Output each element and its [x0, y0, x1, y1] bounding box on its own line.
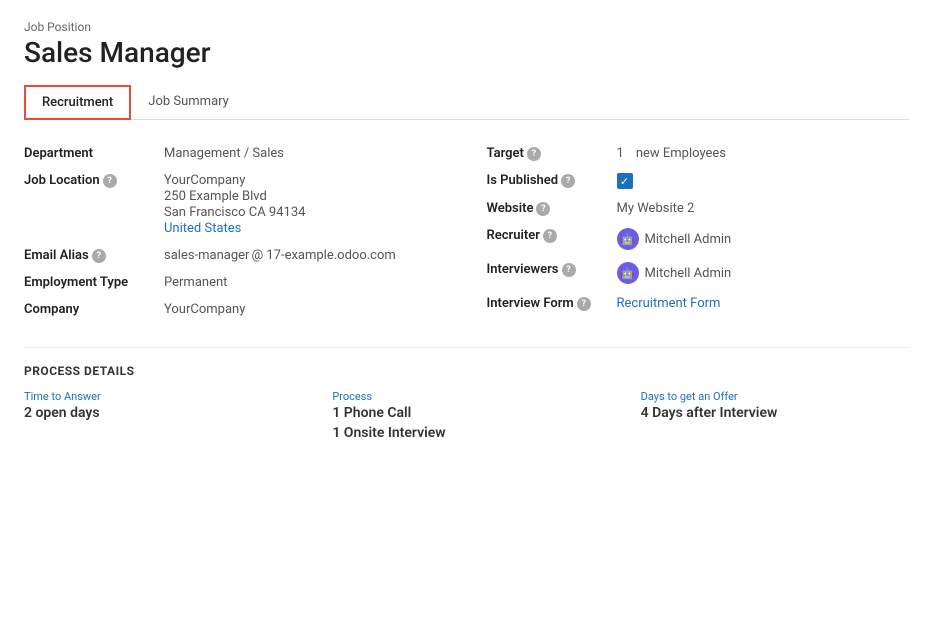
target-value-row: 1 new Employees [617, 146, 727, 161]
recruiter-label: Recruiter ? [487, 228, 617, 243]
days-offer-label: Days to get an Offer [641, 390, 909, 403]
website-label: Website ? [487, 201, 617, 216]
left-section: Department Management / Sales Job Locati… [24, 140, 447, 323]
employment-type-row: Employment Type Permanent [24, 269, 447, 296]
process-details-header: PROCESS DETAILS [24, 364, 909, 378]
days-offer-value: 4 Days after Interview [641, 405, 909, 421]
time-to-answer-item: Time to Answer 2 open days [24, 390, 292, 441]
recruiter-name: Mitchell Admin [645, 232, 732, 247]
section-divider [24, 347, 909, 348]
target-label: Target ? [487, 146, 617, 161]
process-grid: Time to Answer 2 open days Process 1 Pho… [24, 390, 909, 441]
interviewers-avatar: 🤖 [617, 262, 639, 284]
is-published-label: Is Published ? [487, 173, 617, 188]
interviewers-row: Interviewers ? 🤖 Mitchell Admin [487, 256, 910, 290]
recruiter-help-icon[interactable]: ? [543, 229, 557, 243]
website-row: Website ? My Website 2 [487, 195, 910, 222]
interviewers-help-icon[interactable]: ? [562, 263, 576, 277]
target-row: Target ? 1 new Employees [487, 140, 910, 167]
job-location-label: Job Location ? [24, 173, 164, 188]
tab-job-summary[interactable]: Job Summary [131, 85, 246, 120]
interviewers-name: Mitchell Admin [645, 266, 732, 281]
main-content: Department Management / Sales Job Locati… [24, 140, 909, 323]
department-label: Department [24, 146, 164, 161]
company-label: Company [24, 302, 164, 317]
time-to-answer-value: 2 open days [24, 405, 292, 421]
right-section: Target ? 1 new Employees Is Published ? … [487, 140, 910, 323]
address-street: 250 Example Blvd [164, 189, 305, 204]
is-published-row: Is Published ? ✓ [487, 167, 910, 195]
target-suffix: new Employees [636, 146, 726, 161]
employment-type-label: Employment Type [24, 275, 164, 290]
company-value: YourCompany [164, 302, 245, 317]
interview-form-label: Interview Form ? [487, 296, 617, 311]
email-domain: @ 17-example.odoo.com [251, 248, 395, 263]
company-row: Company YourCompany [24, 296, 447, 323]
is-published-checkbox[interactable]: ✓ [617, 173, 633, 189]
email-alias-value: sales-manager @ 17-example.odoo.com [164, 248, 396, 263]
recruiter-avatar: 🤖 [617, 228, 639, 250]
email-user: sales-manager [164, 248, 249, 263]
job-location-value: YourCompany 250 Example Blvd San Francis… [164, 173, 305, 236]
department-value: Management / Sales [164, 146, 284, 161]
checkbox-check-icon: ✓ [617, 173, 633, 189]
interviewers-person: 🤖 Mitchell Admin [617, 262, 732, 284]
address-company: YourCompany [164, 173, 305, 188]
process-section: PROCESS DETAILS Time to Answer 2 open da… [24, 364, 909, 441]
interviewers-label: Interviewers ? [487, 262, 617, 277]
website-value: My Website 2 [617, 201, 695, 216]
email-alias-help-icon[interactable]: ? [92, 249, 106, 263]
employment-type-value: Permanent [164, 275, 227, 290]
is-published-help-icon[interactable]: ? [561, 174, 575, 188]
page-subtitle: Job Position [24, 20, 909, 34]
address-country[interactable]: United States [164, 221, 305, 236]
interview-form-help-icon[interactable]: ? [577, 297, 591, 311]
job-location-help-icon[interactable]: ? [103, 174, 117, 188]
tab-bar: Recruitment Job Summary [24, 85, 909, 120]
department-row: Department Management / Sales [24, 140, 447, 167]
email-alias-label: Email Alias ? [24, 248, 164, 263]
tab-recruitment[interactable]: Recruitment [24, 85, 131, 120]
process-value1: 1 Phone Call [332, 405, 600, 421]
target-help-icon[interactable]: ? [527, 147, 541, 161]
process-label: Process [332, 390, 600, 403]
days-offer-item: Days to get an Offer 4 Days after Interv… [641, 390, 909, 441]
job-location-row: Job Location ? YourCompany 250 Example B… [24, 167, 447, 242]
interview-form-row: Interview Form ? Recruitment Form [487, 290, 910, 317]
target-number: 1 [617, 146, 624, 161]
email-alias-row: Email Alias ? sales-manager @ 17-example… [24, 242, 447, 269]
page-title: Sales Manager [24, 36, 909, 69]
recruiter-row: Recruiter ? 🤖 Mitchell Admin [487, 222, 910, 256]
time-to-answer-label: Time to Answer [24, 390, 292, 403]
process-item: Process 1 Phone Call 1 Onsite Interview [332, 390, 600, 441]
interview-form-value[interactable]: Recruitment Form [617, 296, 721, 311]
address-city: San Francisco CA 94134 [164, 205, 305, 220]
website-help-icon[interactable]: ? [536, 202, 550, 216]
recruiter-person: 🤖 Mitchell Admin [617, 228, 732, 250]
process-value2: 1 Onsite Interview [332, 425, 600, 441]
